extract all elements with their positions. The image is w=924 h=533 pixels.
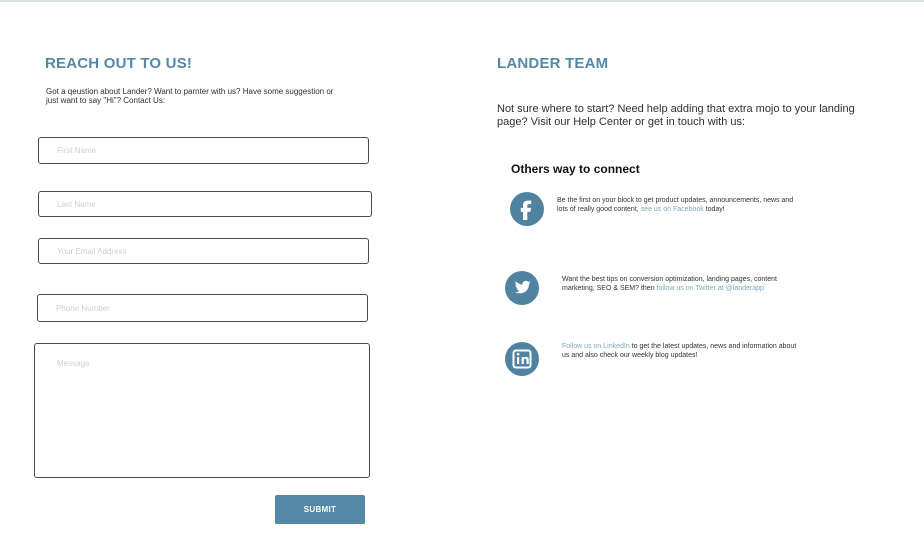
linkedin-icon[interactable] bbox=[505, 342, 539, 376]
twitter-icon[interactable] bbox=[505, 271, 539, 305]
linkedin-link[interactable]: Follow us on LinkedIn bbox=[562, 343, 630, 350]
last-name-input[interactable] bbox=[38, 191, 372, 217]
facebook-description: Be the first on your block to get produc… bbox=[557, 196, 802, 214]
twitter-description: Want the best tips on conversion optimiz… bbox=[562, 275, 797, 293]
linkedin-description: Follow us on LinkedIn to get the latest … bbox=[562, 342, 799, 360]
facebook-text-after: today! bbox=[703, 206, 725, 213]
first-name-input[interactable] bbox=[38, 137, 369, 164]
submit-button[interactable]: SUBMIT bbox=[275, 495, 365, 524]
facebook-icon[interactable] bbox=[510, 192, 544, 226]
email-input[interactable] bbox=[38, 238, 369, 264]
twitter-connect-row: Want the best tips on conversion optimiz… bbox=[505, 268, 777, 308]
lander-team-intro: Not sure where to start? Need help addin… bbox=[497, 103, 855, 128]
linkedin-connect-row: Follow us on LinkedIn to get the latest … bbox=[505, 339, 796, 379]
lander-team-heading: LANDER TEAM bbox=[497, 55, 609, 72]
message-textarea[interactable] bbox=[34, 343, 370, 478]
facebook-connect-row: Be the first on your block to get produc… bbox=[510, 189, 793, 229]
contact-heading: REACH OUT TO US! bbox=[45, 55, 193, 72]
contact-form-section: REACH OUT TO US! Got a qeustion about La… bbox=[0, 2, 460, 533]
contact-page: REACH OUT TO US! Got a qeustion about La… bbox=[0, 0, 924, 533]
contact-intro: Got a qeustion about Lander? Want to par… bbox=[46, 87, 334, 105]
connect-heading: Others way to connect bbox=[511, 162, 640, 176]
facebook-link[interactable]: see us on Facebook bbox=[641, 206, 704, 213]
lander-team-section: LANDER TEAM Not sure where to start? Nee… bbox=[460, 2, 924, 533]
twitter-link[interactable]: follow us on Twitter at @landerapp bbox=[657, 285, 764, 292]
phone-number-input[interactable] bbox=[37, 294, 368, 322]
